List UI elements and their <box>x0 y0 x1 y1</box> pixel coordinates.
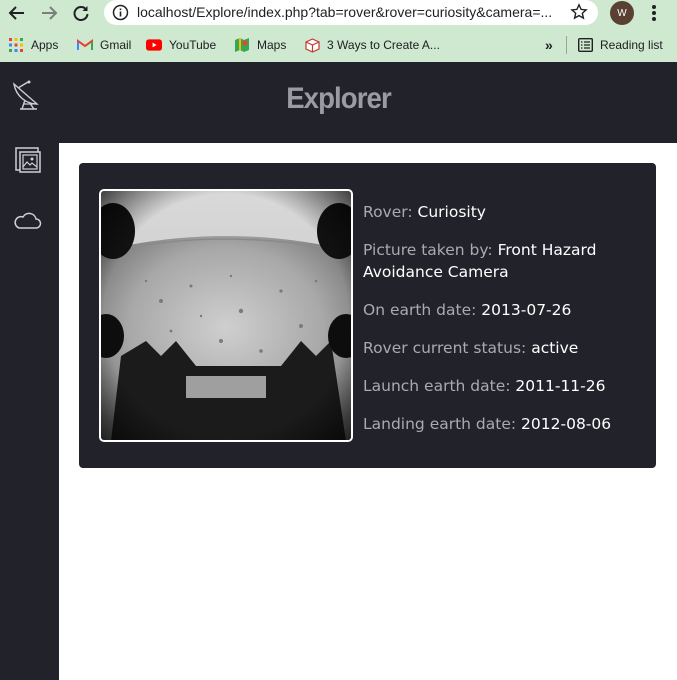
address-bar[interactable]: localhost/Explore/index.php?tab=rover&ro… <box>104 0 598 25</box>
launch-date-value: 2011-11-26 <box>515 377 606 395</box>
app-title: Explorer <box>286 82 392 115</box>
url-text[interactable]: localhost/Explore/index.php?tab=rover&ro… <box>137 4 562 20</box>
status-value: active <box>531 339 579 357</box>
bookmarks-overflow-button[interactable]: » <box>545 35 553 55</box>
rover-photo[interactable] <box>99 189 353 442</box>
bookmarks-separator <box>566 36 567 54</box>
bookmark-apps[interactable]: Apps <box>8 35 58 55</box>
bookmark-star-icon[interactable] <box>570 3 588 25</box>
bookmark-youtube[interactable]: YouTube <box>146 35 216 55</box>
profile-avatar[interactable]: W <box>610 1 634 25</box>
gmail-icon <box>77 37 93 53</box>
earth-date-row: On earth date: 2013-07-26 <box>363 299 648 321</box>
reload-button[interactable] <box>69 2 93 24</box>
earth-date-label: On earth date: <box>363 301 477 319</box>
info-icon[interactable] <box>112 4 129 25</box>
bookmarks-bar: Apps Gmail YouTube Maps 3 Ways to Create… <box>0 32 677 58</box>
box-icon <box>304 37 320 53</box>
apps-grid-icon <box>8 37 24 53</box>
youtube-icon <box>146 37 162 53</box>
rover-value: Curiosity <box>417 203 486 221</box>
status-label: Rover current status: <box>363 339 527 357</box>
bookmark-maps[interactable]: Maps <box>234 35 286 55</box>
launch-date-label: Launch earth date: <box>363 377 511 395</box>
bookmark-label: Apps <box>31 38 59 52</box>
back-button[interactable] <box>5 2 29 24</box>
sidebar <box>0 143 59 680</box>
bookmark-3-ways[interactable]: 3 Ways to Create A... <box>304 35 440 55</box>
cloud-icon[interactable] <box>12 207 42 233</box>
arrow-left-icon <box>8 6 24 20</box>
launch-date-row: Launch earth date: 2011-11-26 <box>363 375 648 397</box>
browser-toolbar: localhost/Explore/index.php?tab=rover&ro… <box>0 0 677 26</box>
reload-icon <box>73 6 89 21</box>
rover-photo-card: Rover: Curiosity Picture taken by: Front… <box>79 163 656 468</box>
maps-icon <box>234 37 250 53</box>
landing-date-row: Landing earth date: 2012-08-06 <box>363 413 648 435</box>
bookmark-label: 3 Ways to Create A... <box>327 38 440 52</box>
reading-list-icon <box>577 37 593 53</box>
camera-label: Picture taken by: <box>363 241 493 259</box>
bookmark-label: YouTube <box>169 38 217 52</box>
status-row: Rover current status: active <box>363 337 648 359</box>
bookmark-label: Gmail <box>100 38 132 52</box>
bookmark-gmail[interactable]: Gmail <box>77 35 131 55</box>
arrow-right-icon <box>42 6 58 20</box>
rover-name-row: Rover: Curiosity <box>363 201 648 223</box>
reading-list-button[interactable]: Reading list <box>577 35 663 55</box>
forward-button[interactable] <box>37 2 61 24</box>
landing-date-label: Landing earth date: <box>363 415 517 433</box>
app-header: Explorer <box>0 62 677 143</box>
bookmark-label: Maps <box>257 38 287 52</box>
rover-label: Rover: <box>363 203 413 221</box>
earth-date-value: 2013-07-26 <box>481 301 572 319</box>
gallery-icon[interactable] <box>13 145 43 175</box>
camera-row: Picture taken by: Front Hazard Avoidance… <box>363 239 648 283</box>
landing-date-value: 2012-08-06 <box>521 415 612 433</box>
rover-info-list: Rover: Curiosity Picture taken by: Front… <box>363 201 648 451</box>
browser-chrome: localhost/Explore/index.php?tab=rover&ro… <box>0 0 677 62</box>
reading-list-label: Reading list <box>600 38 663 52</box>
kebab-menu-icon[interactable] <box>646 3 662 27</box>
